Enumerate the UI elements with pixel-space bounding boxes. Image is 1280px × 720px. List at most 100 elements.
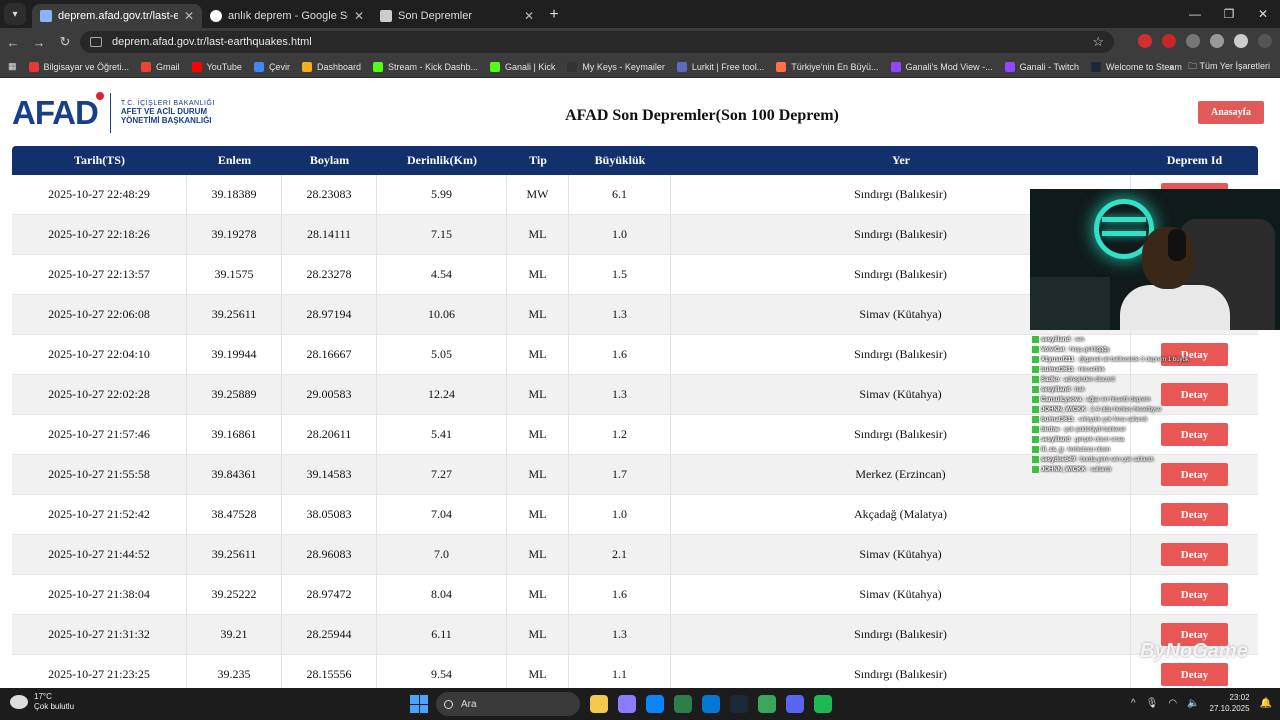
reload-icon[interactable]: ↻ bbox=[52, 34, 78, 50]
cell-type: ML bbox=[507, 455, 569, 494]
bookmark-item[interactable]: Stream - Kick Dashb... bbox=[372, 61, 478, 72]
cell-depth: 12.24 bbox=[377, 375, 507, 414]
bookmark-label: Ganali's Mod View -... bbox=[905, 61, 993, 72]
chat-text: ses bbox=[1075, 337, 1085, 343]
bookmark-item[interactable]: Ganali's Mod View -... bbox=[890, 61, 993, 72]
kick-icon bbox=[490, 61, 501, 72]
close-icon[interactable]: ✕ bbox=[354, 9, 364, 23]
steam-icon[interactable] bbox=[730, 695, 748, 713]
all-bookmarks-folder[interactable]: 🗀 Tüm Yer İşaretleri bbox=[1188, 59, 1270, 75]
download-icon[interactable] bbox=[1210, 34, 1224, 48]
chat-message: Sadko : adreşinden discord bbox=[1032, 375, 1272, 385]
cell-longitude: 28.23083 bbox=[282, 175, 377, 214]
extension-icon[interactable] bbox=[1138, 34, 1152, 48]
chat-message: VolviCat : hoşş geldiğğğş bbox=[1032, 345, 1272, 355]
chevron-up-icon[interactable]: ^ bbox=[1131, 698, 1136, 709]
home-button[interactable]: Anasayfa bbox=[1198, 101, 1264, 124]
discord-icon[interactable] bbox=[786, 695, 804, 713]
cell-magnitude: 1.0 bbox=[569, 495, 671, 534]
table-row: 2025-10-27 21:31:32 39.21 28.25944 6.11 ML 1.… bbox=[12, 615, 1258, 655]
bookmark-label: Lurkit | Free tool... bbox=[691, 61, 765, 72]
bookmark-item[interactable]: Çevir bbox=[253, 61, 290, 72]
xbox-icon[interactable] bbox=[674, 695, 692, 713]
cell-date: 2025-10-27 22:18:26 bbox=[12, 215, 187, 254]
close-icon[interactable]: ✕ bbox=[524, 9, 534, 23]
new-tab-icon[interactable]: + bbox=[542, 6, 566, 24]
address-bar[interactable]: deprem.afad.gov.tr/last-earthquakes.html… bbox=[80, 31, 1114, 53]
bookmark-item[interactable]: Lurkit | Free tool... bbox=[676, 61, 765, 72]
tab-afad[interactable]: deprem.afad.gov.tr/last-earthq ✕ bbox=[32, 4, 202, 28]
outlook-icon[interactable] bbox=[702, 695, 720, 713]
cell-magnitude: 6.1 bbox=[569, 175, 671, 214]
chat-username: sesydoeb49 bbox=[1041, 457, 1076, 463]
file-explorer-icon[interactable] bbox=[590, 695, 608, 713]
clock[interactable]: 23:02 27.10.2025 bbox=[1210, 692, 1250, 714]
taskbar-search[interactable]: Ara bbox=[436, 692, 580, 716]
whatsapp-icon[interactable] bbox=[758, 695, 776, 713]
table-row: 2025-10-27 21:44:52 39.25611 28.96083 7.0 ML… bbox=[12, 535, 1258, 575]
site-info-icon[interactable] bbox=[90, 37, 102, 47]
bookmark-item[interactable]: Ganali | Kick bbox=[490, 61, 555, 72]
bookmark-item[interactable]: Bilgisayar ve Öğreti... bbox=[28, 61, 129, 72]
detail-button[interactable]: Detay bbox=[1161, 583, 1228, 606]
forward-icon[interactable]: → bbox=[26, 35, 52, 50]
bookmark-item[interactable]: YouTube bbox=[191, 61, 242, 72]
bookmark-star-icon[interactable]: ☆ bbox=[1092, 34, 1104, 50]
chat-text: gerçek olsun sıraa bbox=[1075, 437, 1125, 443]
background-shelf bbox=[1030, 277, 1110, 330]
detail-button[interactable]: Detay bbox=[1161, 543, 1228, 566]
back-icon[interactable]: ← bbox=[0, 35, 26, 50]
chat-badge-icon bbox=[1032, 335, 1039, 343]
headphones-icon bbox=[1168, 229, 1186, 261]
bookmark-item[interactable]: Dashboard bbox=[301, 61, 361, 72]
notification-icon[interactable]: 🔔 bbox=[1260, 698, 1272, 709]
bookmark-item[interactable]: Türkiye'nin En Büyü... bbox=[776, 61, 879, 72]
bookmark-label: Gmail bbox=[156, 61, 180, 72]
cell-longitude: 28.25944 bbox=[282, 615, 377, 654]
minimize-icon[interactable]: — bbox=[1178, 7, 1212, 21]
system-tray: ^ 🎙 ◠ 🔈 23:02 27.10.2025 🔔 bbox=[1131, 692, 1272, 714]
chat-badge-icon bbox=[1032, 425, 1039, 433]
chat-username: VolviCat bbox=[1041, 347, 1065, 353]
chat-badge-icon bbox=[1032, 405, 1039, 413]
extensions-puzzle-icon[interactable] bbox=[1186, 34, 1200, 48]
volume-icon[interactable]: 🔈 bbox=[1187, 698, 1199, 709]
more-bookmarks-icon[interactable]: » bbox=[1169, 62, 1174, 72]
chat-message: CansuiLysova : ağlar en hissetti deprem bbox=[1032, 395, 1272, 405]
cell-date: 2025-10-27 21:55:58 bbox=[12, 455, 187, 494]
detail-button[interactable]: Detay bbox=[1161, 503, 1228, 526]
header-magnitude: Büyüklük bbox=[594, 153, 646, 167]
windows-start-icon[interactable] bbox=[410, 695, 428, 713]
menu-dots-icon[interactable] bbox=[1258, 34, 1272, 48]
edge-icon[interactable] bbox=[646, 695, 664, 713]
detail-button[interactable]: Detay bbox=[1161, 663, 1228, 686]
chat-message: lil_ss_g : korkutucu olsun bbox=[1032, 445, 1272, 455]
microphone-icon[interactable]: 🎙 bbox=[1146, 698, 1159, 709]
wifi-icon[interactable]: ◠ bbox=[1168, 698, 1177, 709]
spotify-icon[interactable] bbox=[814, 695, 832, 713]
profile-avatar[interactable] bbox=[1234, 34, 1248, 48]
header-location: Yer bbox=[892, 153, 910, 167]
restore-icon[interactable]: ❐ bbox=[1212, 7, 1246, 21]
copilot-icon[interactable] bbox=[618, 695, 636, 713]
cell-date: 2025-10-27 21:57:46 bbox=[12, 415, 187, 454]
close-icon[interactable]: ✕ bbox=[184, 9, 194, 23]
stream-chat-overlay: sesyilland : ses VolviCat : hoşş geldiğğğ… bbox=[1032, 335, 1272, 475]
cell-type: ML bbox=[507, 375, 569, 414]
bookmark-item[interactable]: My Keys - Keymailer bbox=[567, 61, 665, 72]
cell-magnitude: 1.3 bbox=[569, 375, 671, 414]
cell-date: 2025-10-27 22:13:57 bbox=[12, 255, 187, 294]
extension-icon[interactable] bbox=[1162, 34, 1176, 48]
bookmark-item[interactable]: Gmail bbox=[141, 61, 180, 72]
tab-son-depremler[interactable]: Son Depremler ✕ bbox=[372, 4, 542, 28]
apps-grid-icon[interactable]: ▦ bbox=[8, 61, 17, 72]
tab-google-search[interactable]: anlık deprem - Google Search ✕ bbox=[202, 4, 372, 28]
weather-widget[interactable]: 17°C Çok bulutlu bbox=[10, 692, 74, 712]
cell-date: 2025-10-27 22:02:28 bbox=[12, 375, 187, 414]
bookmark-item[interactable]: Ganali - Twitch bbox=[1004, 61, 1079, 72]
chat-text: 2.4 oldu herkes hissettiyse bbox=[1090, 407, 1162, 413]
tab-search-button[interactable]: ▾ bbox=[4, 3, 26, 25]
neon-logo-bar bbox=[1102, 231, 1146, 236]
chat-username: JOHNN_WICKK bbox=[1041, 407, 1086, 413]
close-window-icon[interactable]: ✕ bbox=[1246, 7, 1280, 21]
